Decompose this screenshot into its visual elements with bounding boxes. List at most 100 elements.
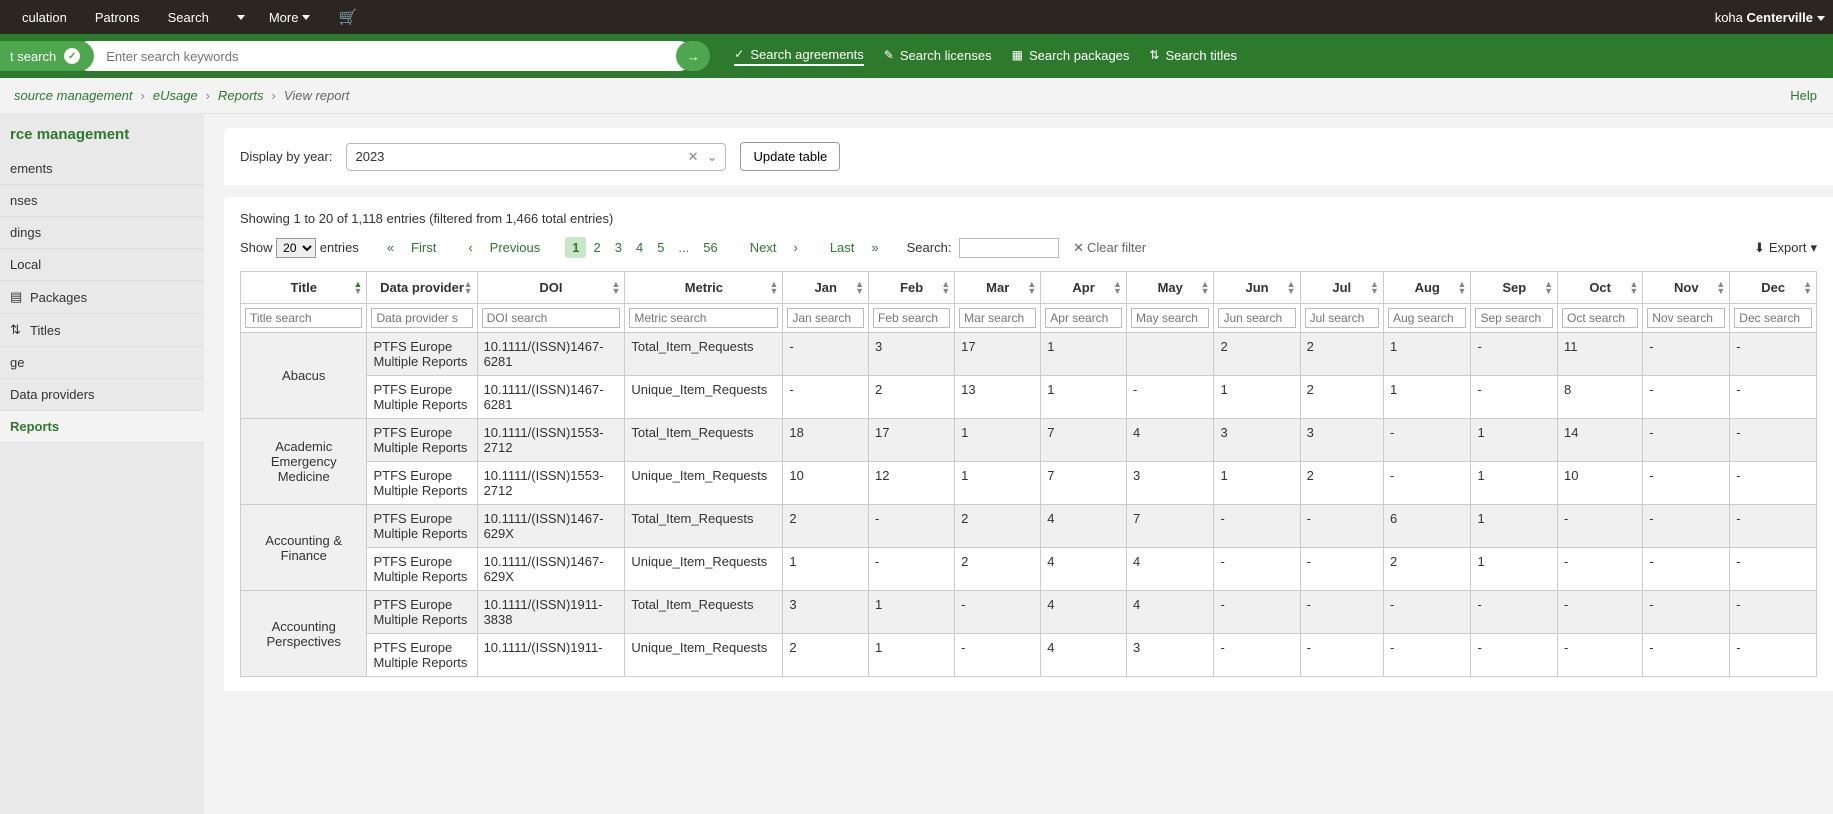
data-cell: - xyxy=(1383,591,1471,634)
data-cell: 3 xyxy=(1214,419,1300,462)
filter-input-dec[interactable] xyxy=(1734,308,1812,328)
filter-input-feb[interactable] xyxy=(873,308,950,328)
sidebar-item-reports[interactable]: Reports xyxy=(0,411,204,443)
search-tab-search-titles[interactable]: ⇅Search titles xyxy=(1149,47,1237,66)
filter-input-aug[interactable] xyxy=(1388,308,1467,328)
data-cell: 14 xyxy=(1558,419,1643,462)
col-doi[interactable]: DOI▲▼ xyxy=(477,272,625,304)
data-cell: 10.1111/(ISSN)1467-629X xyxy=(477,505,625,548)
col-apr[interactable]: Apr▲▼ xyxy=(1041,272,1127,304)
data-cell: 10.1111/(ISSN)1553-2712 xyxy=(477,419,625,462)
filter-input-metric[interactable] xyxy=(629,308,778,328)
breadcrumb-item[interactable]: source management xyxy=(14,88,133,103)
nav-dropdown[interactable] xyxy=(223,0,255,34)
nav-patrons[interactable]: Patrons xyxy=(81,0,154,34)
col-aug[interactable]: Aug▲▼ xyxy=(1383,272,1471,304)
search-input[interactable] xyxy=(104,48,688,65)
caret-down-icon xyxy=(302,15,310,20)
data-cell: 2 xyxy=(783,634,869,677)
sidebar-item-dings[interactable]: dings xyxy=(0,217,204,249)
sidebar-item-titles[interactable]: ⇅Titles xyxy=(0,314,204,347)
filter-input-oct[interactable] xyxy=(1562,308,1638,328)
export-button[interactable]: ⬇ Export ▾ xyxy=(1754,240,1817,256)
data-cell: PTFS Europe Multiple Reports xyxy=(367,591,477,634)
filter-input-jun[interactable] xyxy=(1218,308,1295,328)
filter-input-doi[interactable] xyxy=(482,308,621,328)
search-tab-search-licenses[interactable]: ✎Search licenses xyxy=(884,47,992,66)
entries-select[interactable]: 20 xyxy=(276,238,316,258)
filter-input-jan[interactable] xyxy=(787,308,864,328)
pager-page[interactable]: 5 xyxy=(650,237,671,258)
brand-switcher[interactable]: koha Centerville xyxy=(1715,10,1825,25)
sidebar-item-ge[interactable]: ge xyxy=(0,347,204,379)
data-cell: 2 xyxy=(1300,376,1383,419)
clear-filter-button[interactable]: ✕ Clear filter xyxy=(1073,240,1146,256)
filter-input-provider[interactable] xyxy=(371,308,472,328)
col-provider[interactable]: Data provider▲▼ xyxy=(367,272,477,304)
pager-page[interactable]: 56 xyxy=(696,237,724,258)
pager-page[interactable]: 3 xyxy=(608,237,629,258)
pager: «First ‹Previous 12345...56 Next› Last» xyxy=(373,234,893,261)
sidebar-item-ements[interactable]: ements xyxy=(0,153,204,185)
col-filter-jan xyxy=(783,304,869,333)
nav-more[interactable]: More xyxy=(255,0,325,34)
breadcrumb-item[interactable]: Reports xyxy=(218,88,264,103)
year-select[interactable]: 2023 ✕ ⌄ xyxy=(346,143,726,171)
search-tab-search-packages[interactable]: ▦Search packages xyxy=(1012,47,1130,66)
breadcrumb-item[interactable]: eUsage xyxy=(153,88,198,103)
col-title[interactable]: Title▲▼ xyxy=(241,272,367,304)
search-type-pill[interactable]: t search ✓ xyxy=(0,41,94,71)
clear-year-icon[interactable]: ✕ xyxy=(688,149,699,165)
filter-input-title[interactable] xyxy=(245,308,362,328)
col-jun[interactable]: Jun▲▼ xyxy=(1214,272,1300,304)
col-dec[interactable]: Dec▲▼ xyxy=(1730,272,1817,304)
nav-search[interactable]: Search xyxy=(154,0,223,34)
pager-page[interactable]: 4 xyxy=(629,237,650,258)
sidebar-item-data-providers[interactable]: Data providers xyxy=(0,379,204,411)
table-search-input[interactable] xyxy=(959,238,1059,258)
col-filter-title xyxy=(241,304,367,333)
data-cell: - xyxy=(1730,419,1817,462)
table-row: PTFS Europe Multiple Reports10.1111/(ISS… xyxy=(241,376,1817,419)
col-nov[interactable]: Nov▲▼ xyxy=(1643,272,1730,304)
pager-previous[interactable]: ‹Previous xyxy=(454,234,554,261)
pager-first[interactable]: «First xyxy=(373,234,451,261)
col-feb[interactable]: Feb▲▼ xyxy=(869,272,955,304)
pager-next[interactable]: Next› xyxy=(736,234,812,261)
pager-last[interactable]: Last» xyxy=(816,234,893,261)
data-cell: Unique_Item_Requests xyxy=(625,376,783,419)
pager-page[interactable]: 1 xyxy=(565,237,586,258)
double-chevron-left-icon: « xyxy=(380,237,401,258)
nav-circulation[interactable]: culation xyxy=(8,0,81,34)
data-cell: 2 xyxy=(1383,548,1471,591)
col-metric[interactable]: Metric▲▼ xyxy=(625,272,783,304)
pager-page[interactable]: 2 xyxy=(586,237,607,258)
data-cell: - xyxy=(1558,591,1643,634)
data-cell: 6 xyxy=(1383,505,1471,548)
col-jul[interactable]: Jul▲▼ xyxy=(1300,272,1383,304)
data-cell: - xyxy=(1471,333,1558,376)
filter-input-mar[interactable] xyxy=(959,308,1036,328)
help-link[interactable]: Help xyxy=(1790,88,1817,103)
col-mar[interactable]: Mar▲▼ xyxy=(955,272,1041,304)
search-tab-search-agreements[interactable]: ✓Search agreements xyxy=(734,47,864,66)
download-icon: ⬇ xyxy=(1754,240,1765,256)
filter-input-jul[interactable] xyxy=(1305,308,1379,328)
filter-input-may[interactable] xyxy=(1131,308,1210,328)
sidebar-item-nses[interactable]: nses xyxy=(0,185,204,217)
col-may[interactable]: May▲▼ xyxy=(1126,272,1214,304)
update-table-button[interactable]: Update table xyxy=(740,142,840,171)
col-sep[interactable]: Sep▲▼ xyxy=(1471,272,1558,304)
filter-input-sep[interactable] xyxy=(1475,308,1553,328)
sidebar-item-packages[interactable]: ▤Packages xyxy=(0,281,204,314)
filter-input-nov[interactable] xyxy=(1647,308,1725,328)
sort-icon: ▲▼ xyxy=(1803,281,1812,295)
nav-cart[interactable]: 🛒 xyxy=(324,0,371,34)
sidebar-item-local[interactable]: Local xyxy=(0,249,204,281)
col-oct[interactable]: Oct▲▼ xyxy=(1558,272,1643,304)
col-jan[interactable]: Jan▲▼ xyxy=(783,272,869,304)
year-value: 2023 xyxy=(355,149,384,164)
chevron-down-icon[interactable]: ⌄ xyxy=(707,149,718,165)
search-submit-button[interactable]: → xyxy=(676,41,710,71)
filter-input-apr[interactable] xyxy=(1045,308,1122,328)
